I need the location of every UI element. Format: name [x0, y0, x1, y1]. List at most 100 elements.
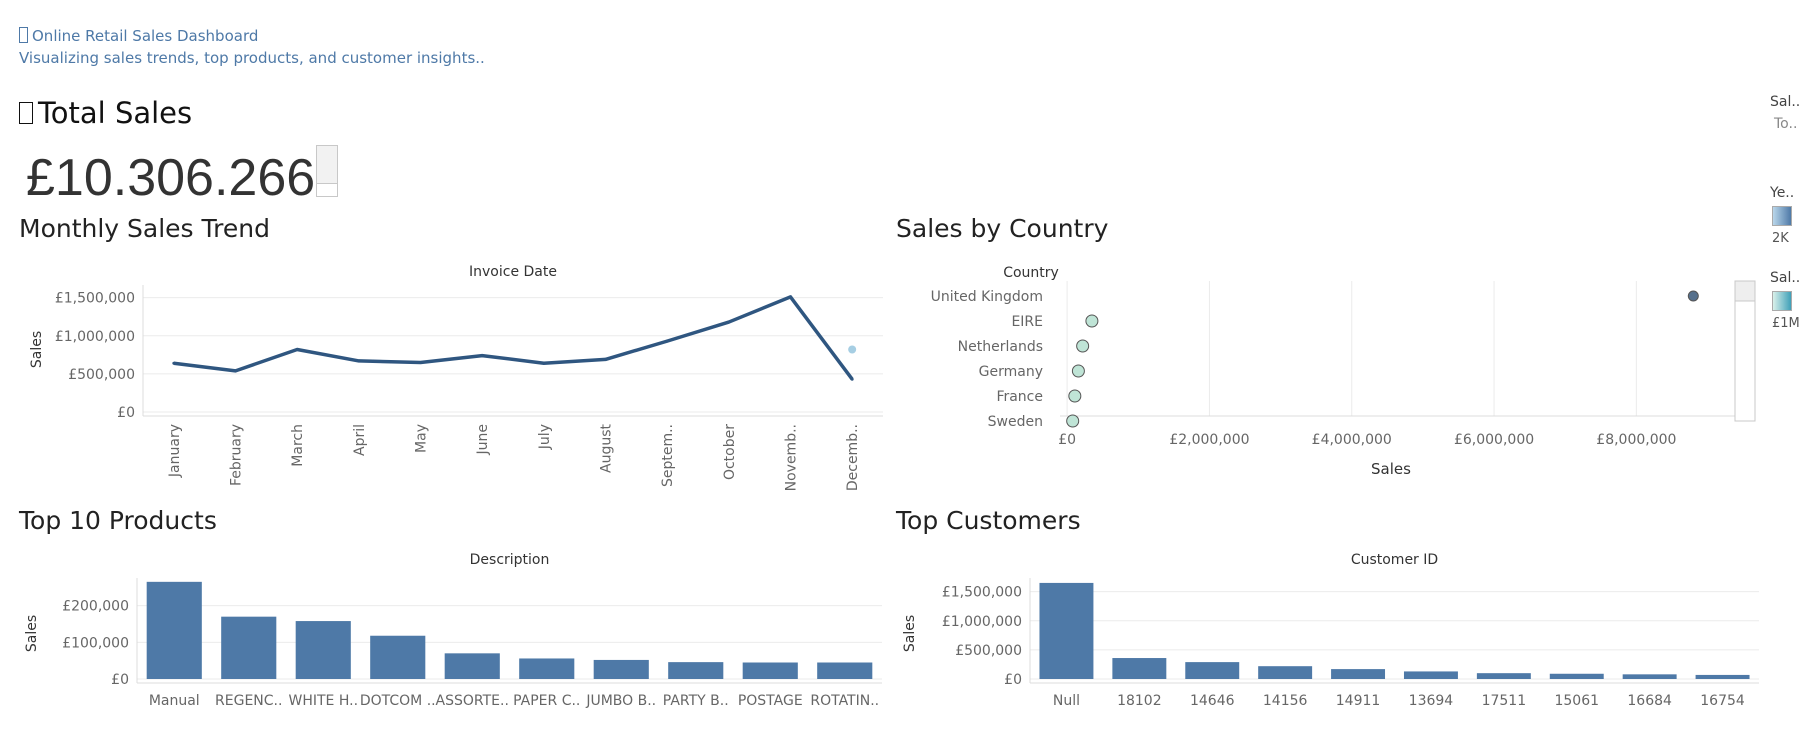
bar [221, 616, 277, 679]
sales-filter-value[interactable]: To.. [1774, 116, 1797, 132]
chart-title: Customer ID [1351, 552, 1438, 568]
x-tick-label: PAPER C.. [513, 693, 580, 709]
bar [817, 662, 873, 679]
kpi-glyph-icon [19, 102, 33, 124]
kpi-title: Total Sales [19, 96, 192, 130]
top-products-bar-chart: Description Sales £0 £100,000 £200,000 Manual… [24, 552, 882, 709]
x-tick-label: 18102 [1117, 693, 1162, 709]
x-tick-label: ROTATIN.. [810, 693, 879, 709]
y-tick-label: £500,000 [955, 643, 1022, 659]
country-mark [1066, 414, 1080, 428]
x-tick-label: August [599, 423, 615, 473]
x-tick-label: REGENC.. [215, 693, 282, 709]
x-tick-label: Null [1053, 693, 1080, 709]
y-tick-label: £1,500,000 [942, 585, 1022, 601]
x-tick-label: 14646 [1190, 693, 1235, 709]
data-point [234, 369, 237, 373]
row-label: Sweden [988, 414, 1043, 430]
bar [444, 653, 500, 679]
customers-section-title: Top Customers [896, 506, 1081, 535]
bar [1549, 673, 1604, 679]
data-point [850, 377, 854, 381]
x-tick-label: JUMBO B.. [585, 693, 656, 709]
y-axis-label: Sales [24, 615, 40, 652]
x-tick-label: 16754 [1700, 693, 1745, 709]
bar [1331, 669, 1386, 679]
x-tick-label: Manual [149, 693, 200, 709]
chart-title: Description [470, 552, 550, 568]
highlight-point [848, 345, 857, 354]
bar [1403, 671, 1458, 679]
x-tick-label: January [167, 424, 183, 478]
dashboard-title: Online Retail Sales Dashboard [19, 27, 258, 45]
x-tick-label: 17511 [1482, 693, 1527, 709]
y-tick-label: £100,000 [62, 635, 129, 651]
row-label: France [996, 389, 1043, 405]
x-tick-label: 16684 [1627, 693, 1672, 709]
sales-color-legend-range: £1M [1772, 316, 1800, 331]
country-section-title: Sales by Country [896, 214, 1109, 243]
sales-color-legend-label: Sal.. [1770, 270, 1801, 286]
data-point [295, 348, 299, 351]
row-label: Netherlands [958, 339, 1043, 355]
x-tick-label: 13694 [1409, 693, 1454, 709]
x-tick-label: Septem.. [660, 424, 676, 487]
country-mark [1085, 314, 1099, 328]
x-tick-label: ASSORTE.. [436, 693, 509, 709]
country-mark [1076, 339, 1090, 353]
year-legend-label: Ye.. [1770, 185, 1795, 201]
y-tick-label: £500,000 [68, 367, 135, 383]
x-tick-label: Decemb.. [845, 424, 861, 491]
country-mark [1071, 364, 1085, 378]
x-axis-label: Sales [1371, 460, 1411, 478]
dashboard-subtitle: Visualizing sales trends, top products, … [19, 49, 485, 67]
data-point [665, 339, 669, 343]
x-tick-label: PARTY B.. [663, 693, 729, 709]
y-tick-label: £1,000,000 [55, 329, 135, 345]
scrollbar-track [1734, 280, 1756, 422]
data-point [789, 295, 792, 299]
bar [1185, 662, 1240, 679]
y-tick-label: £0 [1004, 672, 1022, 688]
chart-title: Invoice Date [469, 264, 557, 280]
x-tick-label: WHITE H.. [288, 693, 358, 709]
x-tick-label: March [290, 424, 306, 467]
y-tick-label: £1,500,000 [55, 291, 135, 307]
bar [1258, 666, 1313, 679]
info-glyph-icon [19, 27, 28, 43]
bar [295, 621, 351, 679]
x-tick-label: £4,000,000 [1312, 432, 1392, 448]
bar [1476, 673, 1531, 679]
kpi-value: £10.306.266 [26, 149, 316, 207]
bar [146, 581, 202, 679]
data-point [542, 361, 546, 365]
x-tick-label: October [722, 424, 738, 480]
x-tick-label: DOTCOM .. [360, 693, 436, 709]
row-label: Germany [979, 364, 1043, 380]
x-tick-label: 15061 [1554, 693, 1599, 709]
bar [668, 662, 724, 679]
y-axis-label: Sales [902, 615, 918, 652]
row-label: United Kingdom [931, 289, 1043, 305]
monthly-section-title: Monthly Sales Trend [19, 214, 270, 243]
kpi-placeholder-box [316, 145, 338, 197]
top-customers-bar-chart: Customer ID Sales £0 £500,000 £1,000,000 £1,5… [902, 552, 1759, 709]
data-point [172, 361, 176, 365]
y-tick-label: £0 [117, 405, 135, 421]
x-tick-label: £6,000,000 [1454, 432, 1534, 448]
country-mark [1068, 389, 1082, 403]
data-point [357, 359, 361, 363]
scrollbar-thumb [1734, 280, 1756, 302]
x-tick-label: February [229, 424, 245, 486]
x-tick-label: £0 [1058, 432, 1076, 448]
data-point [419, 360, 422, 364]
bar [1039, 582, 1094, 679]
dashboard-title-text: Online Retail Sales Dashboard [32, 27, 259, 45]
year-legend-range: 2K [1772, 231, 1789, 246]
row-header: Country [1003, 265, 1059, 281]
x-tick-label: 14911 [1336, 693, 1381, 709]
x-tick-label: Novemb.. [784, 424, 800, 491]
country-mark [1687, 290, 1699, 302]
x-tick-label: July [537, 424, 553, 450]
series-line [173, 295, 854, 381]
